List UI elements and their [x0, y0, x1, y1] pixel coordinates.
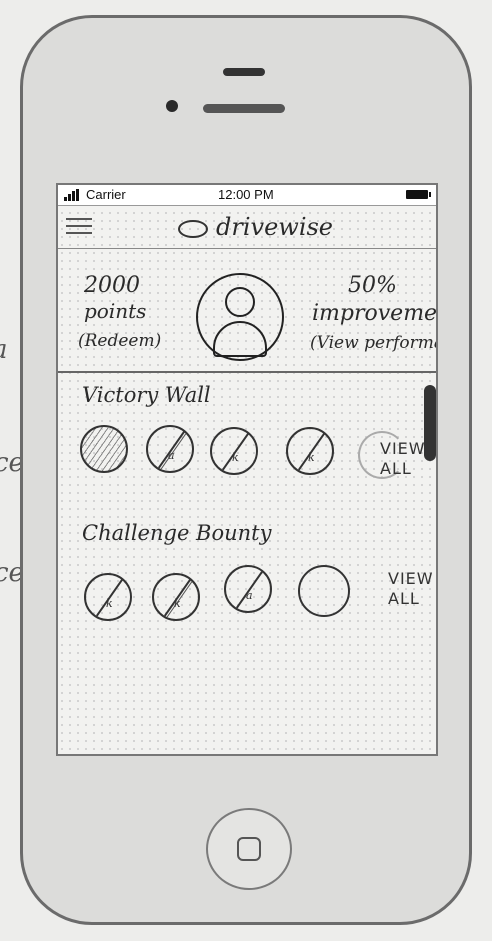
challenge-view-all-link[interactable]: VIEW ALL: [388, 569, 433, 609]
redeem-link[interactable]: (Redeem): [78, 331, 161, 351]
scrollbar-thumb[interactable]: [424, 385, 436, 461]
victory-wall-title: Victory Wall: [82, 383, 211, 407]
camera-icon: [166, 100, 178, 112]
improvement-value: 50%: [348, 273, 397, 298]
challenge-bounty-title: Challenge Bounty: [82, 521, 272, 545]
paper-sketch-mark: a: [0, 335, 8, 365]
header-divider: [58, 248, 436, 249]
carrier-label: Carrier: [86, 187, 126, 202]
challenge-badge[interactable]: k: [152, 573, 200, 621]
victory-badge[interactable]: k: [286, 427, 334, 475]
menu-icon[interactable]: [66, 218, 92, 236]
app-screen: Carrier 12:00 PM drivewise 2000 points (…: [56, 183, 438, 756]
victory-badge[interactable]: a: [146, 425, 194, 473]
avatar-icon[interactable]: [196, 273, 284, 361]
view-performance-link[interactable]: (View performance: [310, 333, 436, 353]
clock: 12:00 PM: [218, 187, 274, 202]
points-value: 2000: [84, 273, 140, 298]
challenge-badge-empty[interactable]: [298, 565, 350, 617]
home-button-icon[interactable]: [206, 808, 292, 890]
earpiece-slot: [203, 104, 285, 113]
app-title: drivewise: [216, 213, 334, 241]
victory-view-all-link[interactable]: VIEW ALL: [380, 439, 425, 479]
victory-badge[interactable]: k: [210, 427, 258, 475]
profile-divider: [58, 371, 436, 373]
battery-icon: [406, 190, 431, 199]
speaker-slot: [223, 68, 265, 76]
challenge-badge[interactable]: a: [224, 565, 272, 613]
challenge-badge[interactable]: k: [84, 573, 132, 621]
improvement-label: improvement: [312, 301, 438, 326]
victory-badge[interactable]: [80, 425, 128, 473]
points-label: points: [84, 299, 147, 323]
signal-icon: [64, 189, 84, 201]
logo-icon: [178, 220, 208, 238]
phone-frame: Carrier 12:00 PM drivewise 2000 points (…: [20, 15, 472, 925]
status-bar: Carrier 12:00 PM: [58, 185, 436, 206]
